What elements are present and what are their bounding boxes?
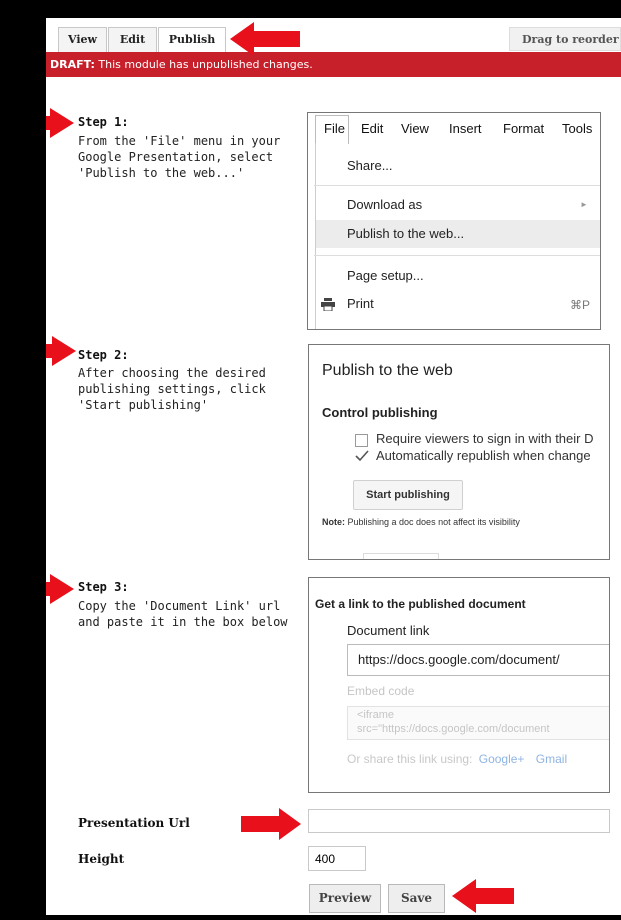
menu-item-print: Print bbox=[347, 296, 374, 311]
tab-publish[interactable]: Publish bbox=[158, 27, 226, 53]
file-menu-screenshot: File Edit View Insert Format Tools Share… bbox=[307, 112, 601, 330]
draft-label: DRAFT: bbox=[50, 58, 95, 71]
save-button[interactable]: Save bbox=[388, 884, 445, 913]
draft-message: This module has unpublished changes. bbox=[94, 58, 313, 71]
chevron-right-icon: ► bbox=[580, 200, 588, 209]
menu-separator bbox=[314, 255, 600, 256]
height-label: Height bbox=[78, 852, 125, 866]
document-link-field: https://docs.google.com/document/ bbox=[347, 644, 609, 676]
menu-item-share: Share... bbox=[347, 158, 393, 173]
document-link-value: https://docs.google.com/document/ bbox=[358, 652, 560, 667]
module-panel: View Edit Publish Drag to reorder DRAFT:… bbox=[46, 18, 621, 915]
tab-bar: View Edit Publish Drag to reorder bbox=[46, 18, 621, 53]
step-1-title: Step 1: bbox=[78, 115, 129, 129]
arrow-step-3 bbox=[46, 574, 74, 604]
auto-republish-label: Automatically republish when change bbox=[376, 448, 591, 463]
publish-note: Note: Publishing a doc does not affect i… bbox=[322, 517, 520, 527]
menu-edit: Edit bbox=[361, 121, 384, 136]
embed-code-field: <iframe src="https://docs.google.com/doc… bbox=[347, 706, 609, 740]
share-link-row: Or share this link using: Google+ Gmail bbox=[347, 752, 567, 766]
printer-icon bbox=[321, 298, 335, 316]
partial-button bbox=[363, 553, 439, 559]
menu-item-download: Download as bbox=[347, 197, 423, 212]
start-publishing-button: Start publishing bbox=[353, 480, 463, 510]
preview-button[interactable]: Preview bbox=[309, 884, 381, 913]
draft-banner: DRAFT: This module has unpublished chang… bbox=[46, 52, 621, 77]
arrow-step-1 bbox=[46, 108, 74, 138]
presentation-url-input[interactable] bbox=[308, 809, 610, 833]
dialog-title: Publish to the web bbox=[322, 362, 453, 379]
get-link-heading: Get a link to the published document bbox=[315, 597, 526, 611]
height-input[interactable] bbox=[308, 846, 366, 871]
menu-insert: Insert bbox=[449, 121, 482, 136]
note-text: Publishing a doc does not affect its vis… bbox=[345, 517, 520, 527]
publish-dialog-screenshot: Publish to the web Control publishing Re… bbox=[308, 344, 610, 560]
drag-to-reorder-handle[interactable]: Drag to reorder bbox=[509, 27, 621, 51]
share-label: Or share this link using: bbox=[347, 752, 473, 766]
checkmark-icon bbox=[355, 449, 369, 462]
menu-tools: Tools bbox=[562, 121, 593, 136]
menu-file: File bbox=[324, 121, 345, 136]
menu-separator bbox=[314, 185, 600, 186]
embed-code-line-1: <iframe bbox=[357, 709, 394, 721]
embed-code-label: Embed code bbox=[347, 684, 415, 698]
arrow-publish-tab bbox=[230, 22, 300, 56]
require-sign-in-label: Require viewers to sign in with their D bbox=[376, 431, 594, 446]
step-3-title: Step 3: bbox=[78, 580, 129, 594]
arrow-step-2 bbox=[46, 336, 76, 366]
get-link-screenshot: Get a link to the published document Doc… bbox=[308, 577, 610, 793]
step-3-description: Copy the 'Document Link' url and paste i… bbox=[78, 599, 288, 629]
step-2-title: Step 2: bbox=[78, 348, 129, 362]
menu-view: View bbox=[401, 121, 429, 136]
tab-view[interactable]: View bbox=[58, 27, 107, 52]
share-gmail-link: Gmail bbox=[535, 752, 568, 766]
print-shortcut: ⌘P bbox=[570, 298, 591, 312]
arrow-presentation-url bbox=[241, 808, 301, 840]
menu-format: Format bbox=[503, 121, 545, 136]
control-publishing-heading: Control publishing bbox=[322, 405, 438, 420]
menu-item-page-setup: Page setup... bbox=[347, 268, 424, 283]
document-link-label: Document link bbox=[347, 623, 430, 638]
embed-code-line-2: src="https://docs.google.com/document bbox=[357, 723, 550, 735]
require-sign-in-checkbox bbox=[355, 434, 368, 447]
note-label: Note: bbox=[322, 517, 345, 527]
step-1-description: From the 'File' menu in your Google Pres… bbox=[78, 134, 281, 180]
presentation-url-label: Presentation Url bbox=[78, 816, 190, 830]
arrow-save-button bbox=[452, 879, 514, 913]
share-google-plus-link: Google+ bbox=[478, 752, 525, 766]
menu-item-publish-to-web: Publish to the web... bbox=[347, 226, 465, 241]
step-2-description: After choosing the desired publishing se… bbox=[78, 366, 266, 412]
tab-edit[interactable]: Edit bbox=[108, 27, 157, 52]
